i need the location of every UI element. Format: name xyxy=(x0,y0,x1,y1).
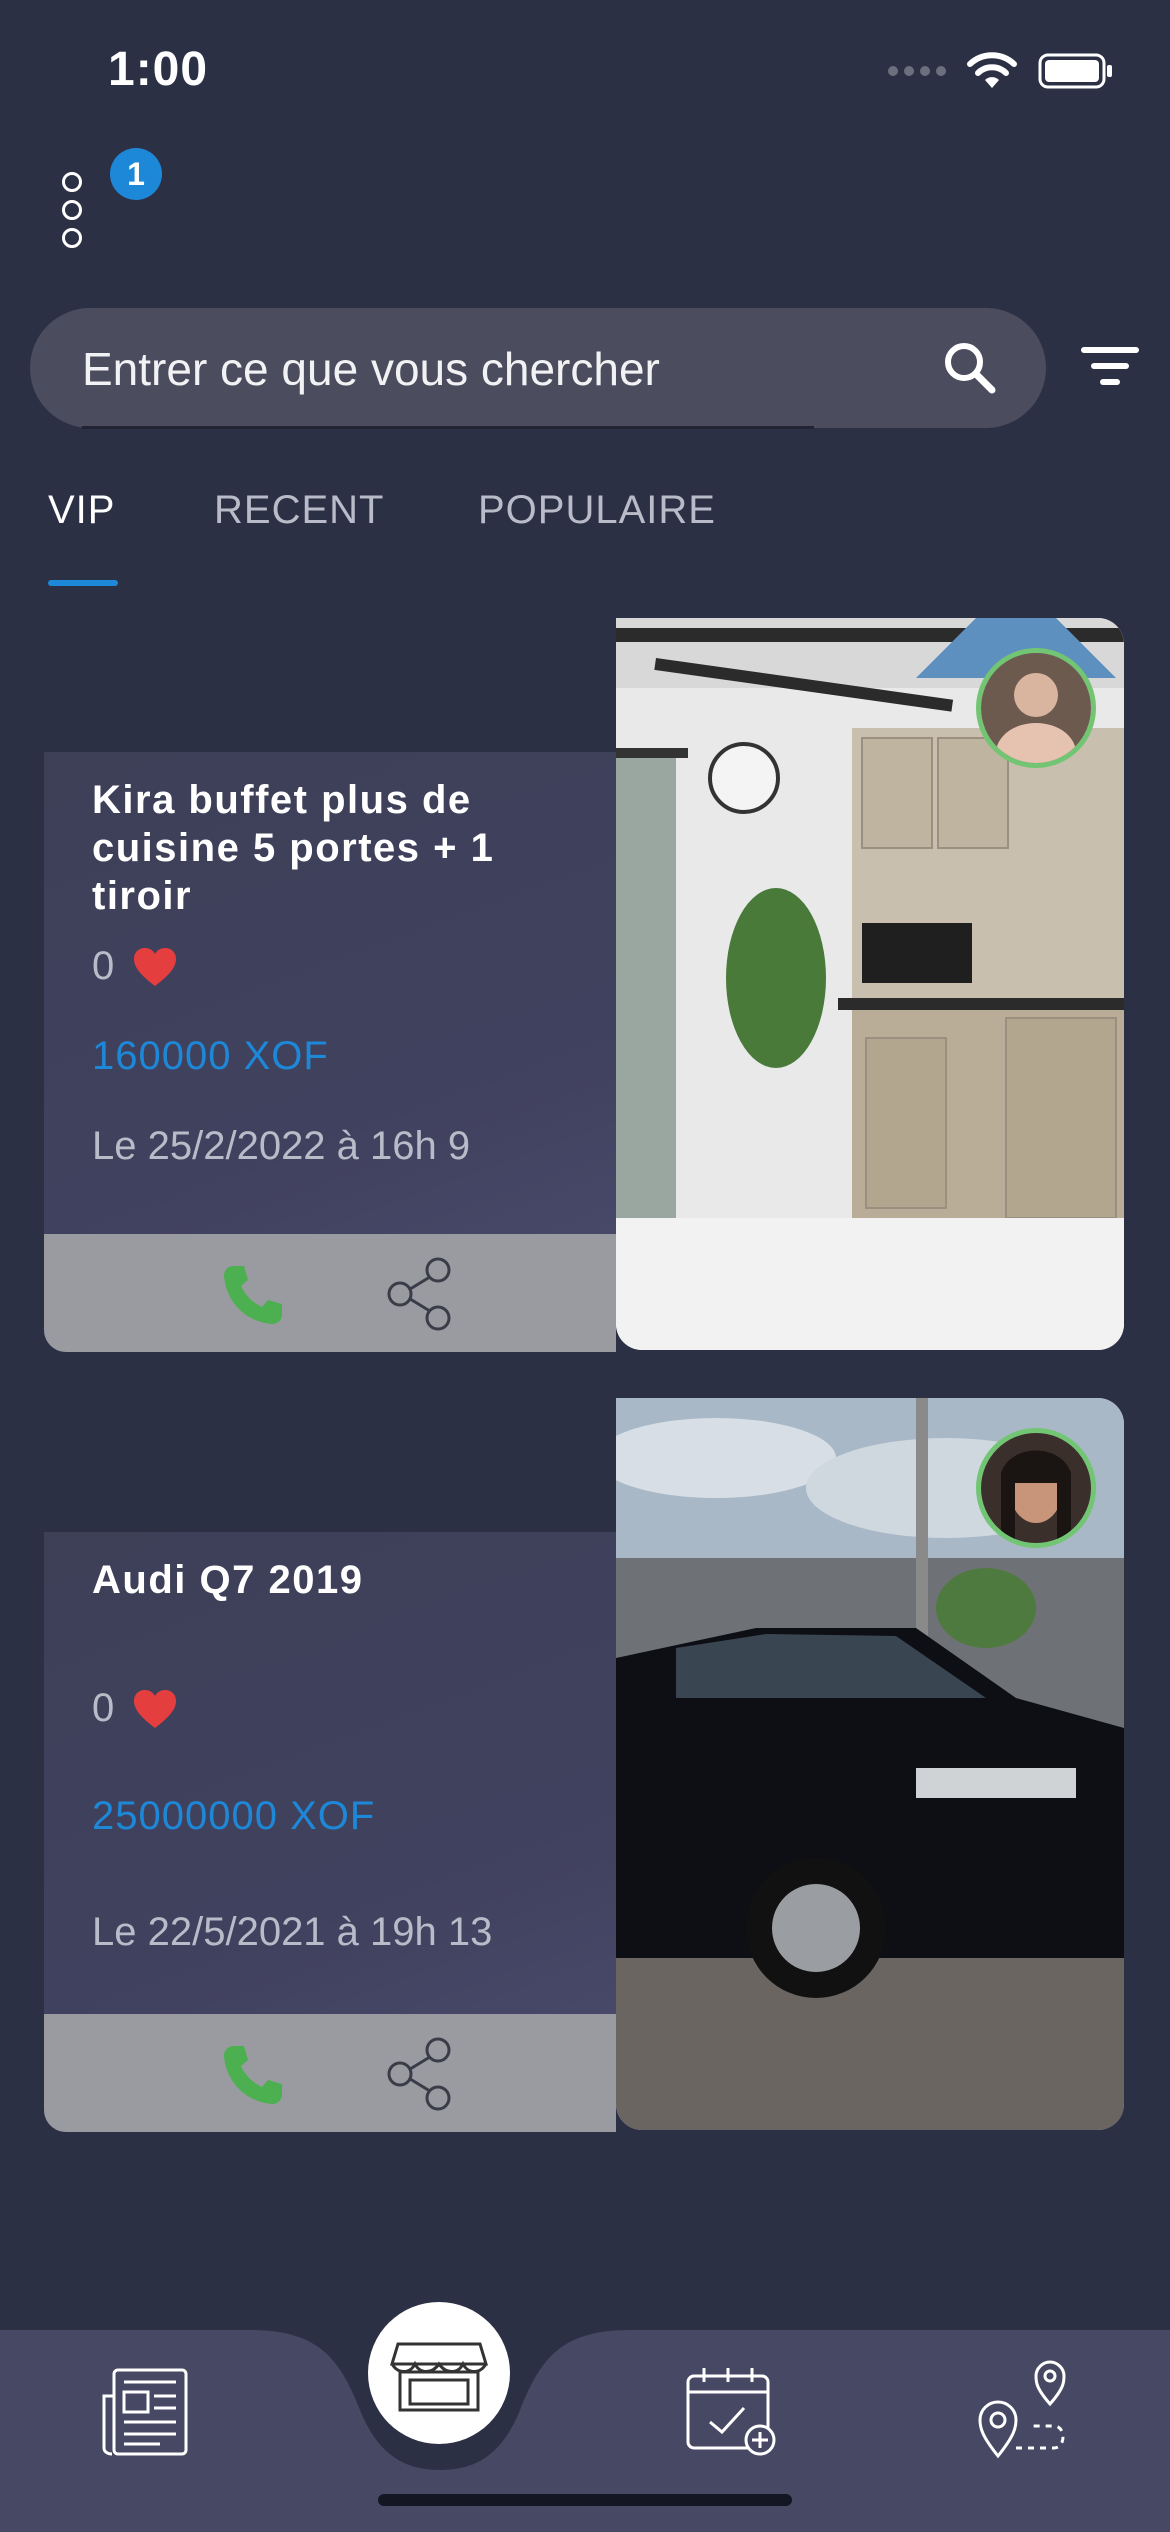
likes-row: 0 xyxy=(92,944,178,989)
listing-price: 25000000 XOF xyxy=(92,1794,376,1838)
listing-title: Audi Q7 2019 xyxy=(92,1558,364,1602)
cellular-signal-icon xyxy=(888,66,946,76)
map-route-icon[interactable] xyxy=(974,2360,1074,2460)
notification-badge[interactable]: 1 xyxy=(110,148,162,200)
share-icon[interactable] xyxy=(382,2036,458,2112)
kitchen-buffet-photo[interactable] xyxy=(616,618,1124,1350)
search-underline xyxy=(82,426,814,429)
likes-count: 0 xyxy=(92,1686,115,1730)
news-icon[interactable] xyxy=(100,2366,192,2458)
likes-count: 0 xyxy=(92,944,115,988)
listing-info: Audi Q7 2019 0 25000000 XOF Le 22/5/2021… xyxy=(44,1532,616,2132)
tab-vip[interactable]: VIP xyxy=(48,488,115,533)
tab-popular[interactable]: POPULAIRE xyxy=(478,488,716,533)
seller-avatar[interactable] xyxy=(976,1428,1096,1548)
status-time: 1:00 xyxy=(108,43,209,96)
calendar-icon[interactable] xyxy=(684,2364,780,2460)
shop-icon xyxy=(389,2342,489,2412)
heart-icon[interactable] xyxy=(132,946,178,988)
listing-info: Kira buffet plus de cuisine 5 portes + 1… xyxy=(44,752,616,1352)
listing-actions xyxy=(44,1234,616,1352)
search-icon[interactable] xyxy=(940,338,1000,398)
shop-button[interactable] xyxy=(368,2302,510,2444)
wifi-icon xyxy=(967,52,1017,88)
share-icon[interactable] xyxy=(382,1256,458,1332)
listing-tabs: VIP RECENT POPULAIRE xyxy=(0,470,1170,590)
status-bar: 1:00 xyxy=(0,0,1170,150)
filter-icon[interactable] xyxy=(1080,342,1140,392)
phone-icon[interactable] xyxy=(220,2042,286,2108)
more-options-icon[interactable] xyxy=(62,172,82,252)
search-bar xyxy=(30,308,1046,429)
seller-avatar[interactable] xyxy=(976,648,1096,768)
phone-icon[interactable] xyxy=(220,1262,286,1328)
home-indicator xyxy=(378,2494,792,2506)
black-suv-photo[interactable] xyxy=(616,1398,1124,2130)
listing-date: Le 25/2/2022 à 16h 9 xyxy=(92,1124,471,1168)
tab-recent[interactable]: RECENT xyxy=(214,488,384,533)
listing-card[interactable]: Audi Q7 2019 0 25000000 XOF Le 22/5/2021… xyxy=(44,1398,1124,2132)
listing-actions xyxy=(44,2014,616,2132)
likes-row: 0 xyxy=(92,1686,178,1731)
heart-icon[interactable] xyxy=(132,1688,178,1730)
listing-date: Le 22/5/2021 à 19h 13 xyxy=(92,1910,493,1954)
active-tab-indicator xyxy=(48,580,118,586)
status-icons xyxy=(888,52,1114,90)
listing-card[interactable]: Kira buffet plus de cuisine 5 portes + 1… xyxy=(44,618,1124,1352)
listing-price: 160000 XOF xyxy=(92,1034,329,1078)
battery-icon xyxy=(1038,53,1112,89)
search-input[interactable] xyxy=(80,330,944,408)
listing-title: Kira buffet plus de cuisine 5 portes + 1… xyxy=(92,778,495,918)
